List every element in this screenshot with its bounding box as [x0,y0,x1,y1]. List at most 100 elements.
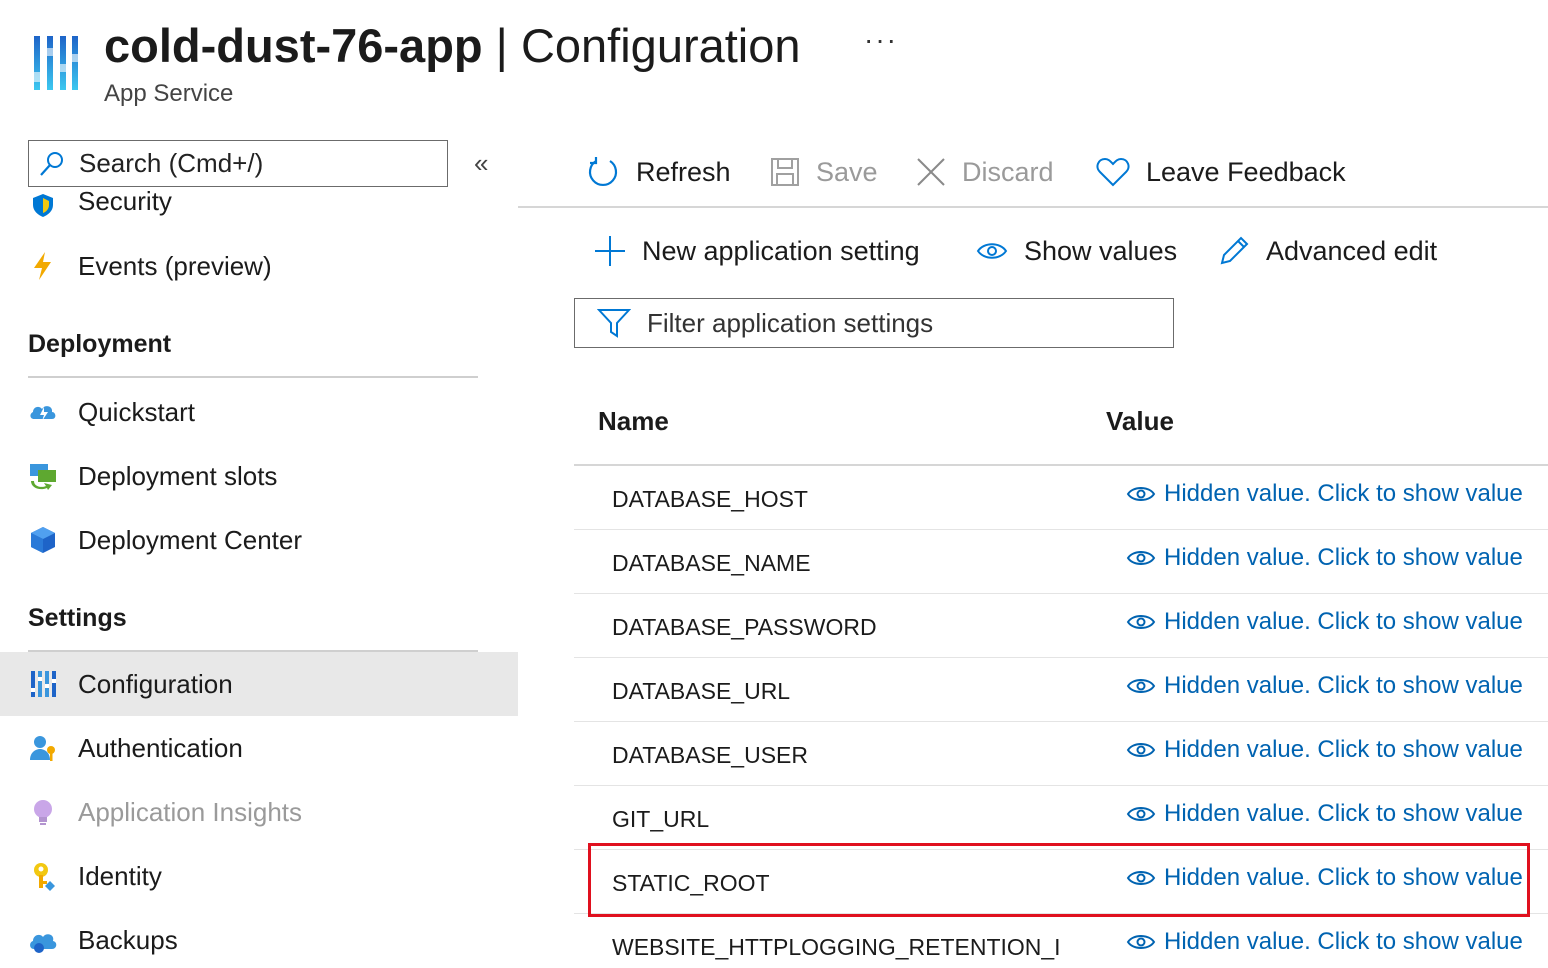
sidebar-item-label: Deployment slots [78,460,278,491]
sidebar-item-events[interactable]: Events (preview) [0,234,518,298]
cloud-backup-icon [30,934,57,953]
sidebar-item-application-insights[interactable]: Application Insights [0,780,518,844]
filter-settings-input[interactable]: Filter application settings [574,298,1174,348]
leave-feedback-button[interactable]: Leave Feedback [1096,146,1346,198]
show-hidden-value-link[interactable]: Hidden value. Click to show value [1126,928,1523,956]
section-header-deployment: Deployment [28,330,172,358]
resource-menu: Search (Cmd+/) « Security Events (previe… [0,130,518,968]
show-hidden-value-link[interactable]: Hidden value. Click to show value [1126,864,1523,892]
show-hidden-value-link[interactable]: Hidden value. Click to show value [1126,480,1523,508]
eye-icon [1126,743,1156,757]
show-hidden-value-link[interactable]: Hidden value. Click to show value [1126,672,1523,700]
sidebar-item-security[interactable]: Security [78,186,172,217]
toolbar: Refresh Save Discard Leave Feedback [518,140,1548,208]
discard-button[interactable]: Discard [916,146,1054,198]
setting-name[interactable]: DATABASE_URL [612,678,790,705]
column-header-name[interactable]: Name [598,406,669,437]
column-header-value[interactable]: Value [1106,406,1174,437]
show-hidden-value-link[interactable]: Hidden value. Click to show value [1126,800,1523,828]
deployment-slots-icon [30,464,56,490]
eye-icon [1126,487,1156,501]
eye-icon [1126,871,1156,885]
title-separator: | [482,19,521,72]
setting-name[interactable]: DATABASE_PASSWORD [612,614,877,641]
sidebar-item-identity[interactable]: Identity [0,844,518,908]
hidden-value-text: Hidden value. Click to show value [1164,608,1523,635]
show-values-label: Show values [1024,235,1178,266]
user-key-icon [30,736,55,761]
resource-name: cold-dust-76-app [104,19,483,72]
more-options-button[interactable]: ··· [864,24,898,56]
advanced-edit-button[interactable]: Advanced edit [1218,226,1437,276]
page-subtitle: App Service [104,80,234,107]
show-hidden-value-link[interactable]: Hidden value. Click to show value [1126,544,1523,572]
sidebar-item-deployment-center[interactable]: Deployment Center [0,508,518,572]
sidebar-item-configuration[interactable]: Configuration [0,652,518,716]
sidebar-item-label: Backups [78,924,178,955]
search-placeholder: Search (Cmd+/) [79,148,264,178]
eye-icon [1126,551,1156,565]
feedback-label: Leave Feedback [1146,156,1346,187]
setting-name[interactable]: DATABASE_USER [612,742,808,769]
show-values-button[interactable]: Show values [976,226,1177,276]
discard-label: Discard [962,156,1054,187]
table-row[interactable]: GIT_URL Hidden value. Click to show value [574,786,1548,850]
setting-name[interactable]: GIT_URL [612,806,709,833]
lightbulb-icon [34,800,52,825]
sidebar-item-quickstart[interactable]: Quickstart [0,380,518,444]
sidebar-item-deployment-slots[interactable]: Deployment slots [0,444,518,508]
sidebar-item-label: Authentication [78,732,243,763]
refresh-button[interactable]: Refresh [586,146,731,198]
new-application-setting-button[interactable]: New application setting [594,226,920,276]
table-row[interactable]: DATABASE_PASSWORD Hidden value. Click to … [574,594,1548,658]
table-row[interactable]: DATABASE_HOST Hidden value. Click to show… [574,466,1548,530]
hidden-value-text: Hidden value. Click to show value [1164,928,1523,955]
setting-name[interactable]: WEBSITE_HTTPLOGGING_RETENTION_I [612,934,1061,961]
hidden-value-text: Hidden value. Click to show value [1164,800,1523,827]
sidebar-item-label: Identity [78,860,162,891]
save-label: Save [816,156,878,187]
configuration-logo-icon [34,36,78,90]
table-row[interactable]: DATABASE_NAME Hidden value. Click to show… [574,530,1548,594]
cube-icon [31,527,55,553]
eye-icon [976,243,1008,259]
hidden-value-text: Hidden value. Click to show value [1164,736,1523,763]
settings-command-bar: New application setting Show values Adva… [574,226,1548,276]
hidden-value-text: Hidden value. Click to show value [1164,480,1523,507]
sidebar-item-label: Events (preview) [78,250,272,281]
table-row[interactable]: DATABASE_USER Hidden value. Click to show… [574,722,1548,786]
refresh-icon [588,157,618,186]
filter-icon [597,309,631,338]
sidebar-item-authentication[interactable]: Authentication [0,716,518,780]
hidden-value-text: Hidden value. Click to show value [1164,672,1523,699]
setting-name[interactable]: STATIC_ROOT [612,870,770,897]
save-button[interactable]: Save [770,146,878,198]
collapse-menu-button[interactable]: « [474,148,488,179]
blade-header: cold-dust-76-app | Configuration ··· App… [0,0,1548,120]
filter-placeholder: Filter application settings [647,307,934,338]
advanced-edit-label: Advanced edit [1266,235,1438,266]
new-setting-label: New application setting [642,235,920,266]
setting-name[interactable]: DATABASE_HOST [612,486,808,513]
show-hidden-value-link[interactable]: Hidden value. Click to show value [1126,608,1523,636]
refresh-label: Refresh [636,156,731,187]
pencil-icon [1220,236,1249,265]
eye-icon [1126,807,1156,821]
sidebar-item-backups[interactable]: Backups [0,908,518,968]
page-title: cold-dust-76-app | Configuration [104,18,801,74]
show-hidden-value-link[interactable]: Hidden value. Click to show value [1126,736,1523,764]
close-icon [917,158,945,186]
sidebar-item-label: Configuration [78,668,233,699]
eye-icon [1126,935,1156,949]
eye-icon [1126,615,1156,629]
setting-name[interactable]: DATABASE_NAME [612,550,811,577]
table-row[interactable]: WEBSITE_HTTPLOGGING_RETENTION_I Hidden va… [574,914,1548,968]
hidden-value-text: Hidden value. Click to show value [1164,864,1523,891]
blade-title: Configuration [520,19,801,72]
table-row[interactable]: STATIC_ROOT Hidden value. Click to show v… [574,850,1548,914]
save-icon [771,158,799,186]
table-row[interactable]: DATABASE_URL Hidden value. Click to show … [574,658,1548,722]
menu-search-input[interactable]: Search (Cmd+/) [28,140,448,187]
sidebar-item-label: Application Insights [78,796,303,827]
heart-icon [1096,157,1130,187]
